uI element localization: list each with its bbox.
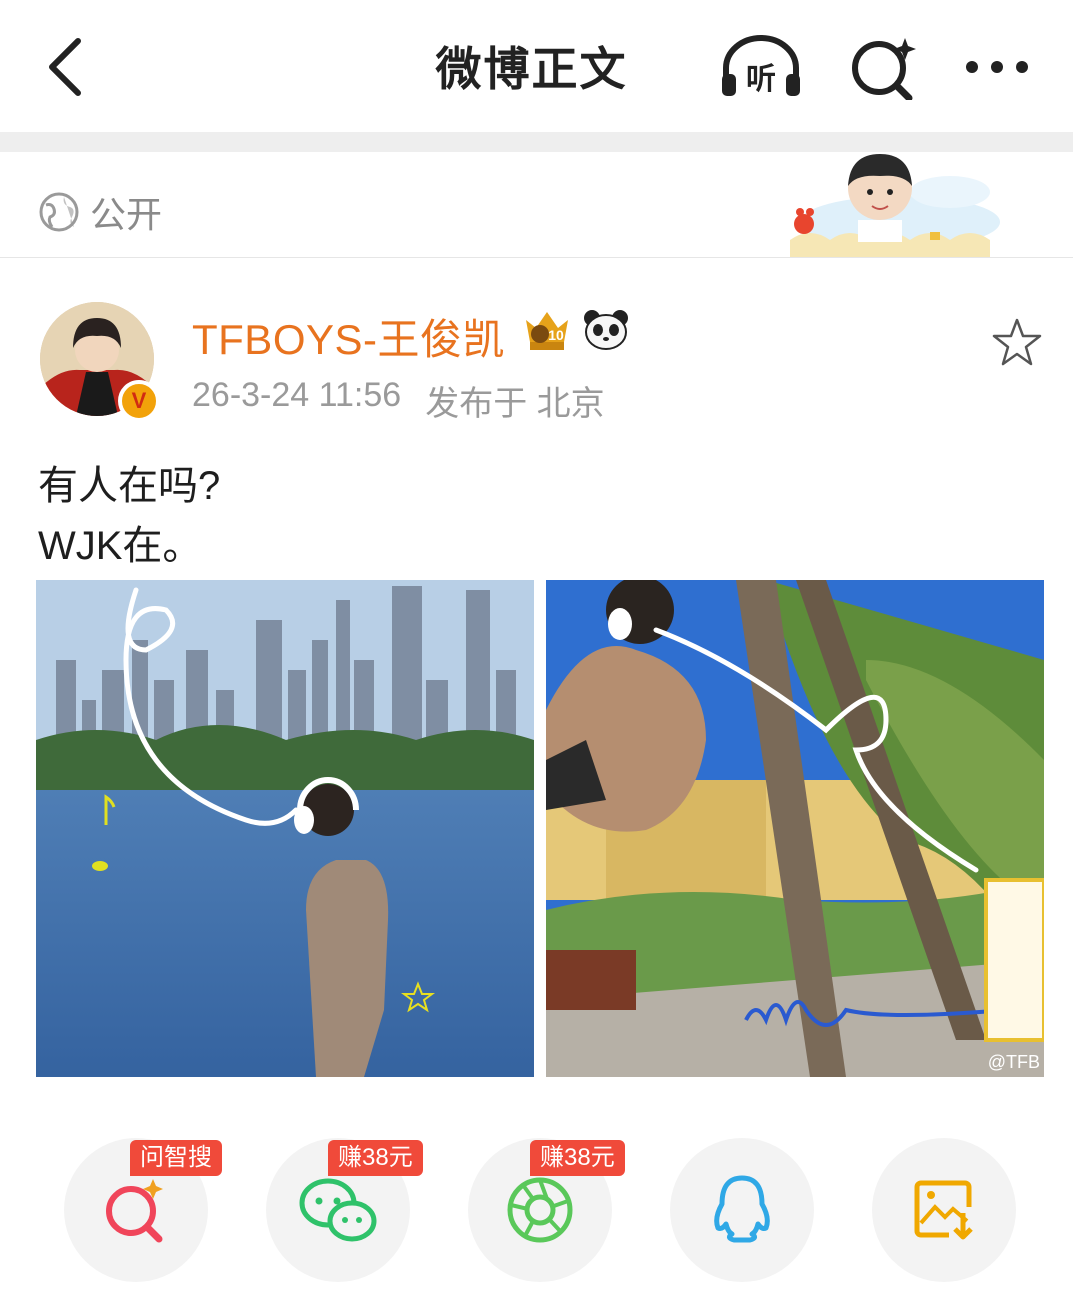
panda-icon[interactable] — [582, 306, 630, 352]
lake-city-photo — [36, 580, 534, 1077]
author-badges: 10 — [522, 306, 630, 352]
headphones-icon: 听 — [722, 35, 800, 97]
post-image-1[interactable] — [36, 580, 534, 1077]
post-location: 发布于 北京 — [425, 385, 605, 423]
share-tag: 赚38元 — [328, 1140, 423, 1176]
share-tag: 问智搜 — [130, 1140, 222, 1176]
verified-badge: V — [118, 380, 160, 422]
more-dots-icon — [966, 61, 1028, 73]
listen-label: 听 — [746, 62, 776, 97]
globe-icon — [39, 192, 79, 232]
listen-button[interactable]: 听 — [716, 34, 806, 100]
post-text: 有人在吗? WJK在。 — [38, 456, 220, 576]
share-qq-button[interactable] — [670, 1138, 814, 1282]
crown-level-icon[interactable]: 10 — [522, 306, 572, 352]
swing-park-photo: @TFB — [546, 580, 1044, 1077]
more-button[interactable] — [952, 34, 1042, 100]
post-image-2[interactable]: @TFB — [546, 580, 1044, 1077]
post-meta: 26-3-24 11:56 发布于 北京 — [192, 376, 605, 425]
search-sparkle-icon — [106, 1179, 163, 1243]
top-bar: 微博正文 听 — [0, 0, 1073, 132]
star-icon — [992, 318, 1042, 366]
moments-icon — [507, 1177, 573, 1243]
image-watermark: @TFB — [988, 1052, 1040, 1072]
qq-icon — [714, 1175, 770, 1243]
wechat-icon — [299, 1178, 377, 1242]
post-text-line: WJK在。 — [38, 524, 203, 568]
header-divider — [0, 132, 1073, 152]
search-sparkle-icon — [852, 38, 916, 100]
share-save-image-button[interactable] — [872, 1138, 1016, 1282]
save-image-icon — [914, 1180, 973, 1240]
profile-decoration-image — [790, 154, 1000, 257]
post-text-line: 有人在吗? — [38, 464, 221, 508]
svg-text:10: 10 — [548, 327, 564, 343]
visibility-row: 公开 — [0, 152, 1073, 258]
visibility-label: 公开 — [90, 195, 163, 236]
post-date: 26-3-24 11:56 — [192, 376, 402, 414]
author-name[interactable]: TFBOYS-王俊凯 — [192, 306, 505, 367]
favorite-button[interactable] — [990, 316, 1044, 370]
search-button[interactable] — [838, 34, 928, 100]
visibility-indicator: 公开 — [38, 186, 162, 238]
share-tag: 赚38元 — [530, 1140, 625, 1176]
